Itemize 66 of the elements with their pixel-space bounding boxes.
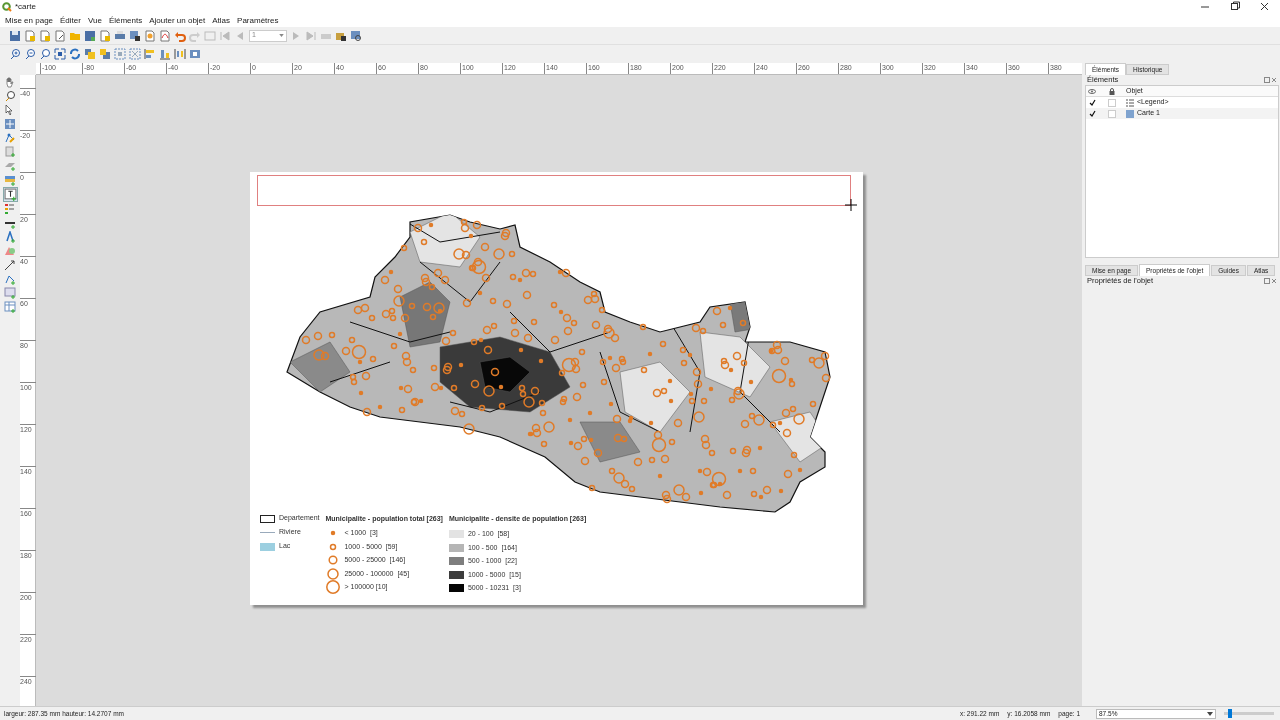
add-page-icon[interactable] (4, 146, 16, 158)
save-icon[interactable] (9, 29, 21, 42)
lock-checkbox[interactable] (1108, 109, 1116, 118)
refresh-icon[interactable] (69, 48, 81, 60)
eye-icon (1088, 88, 1096, 94)
export-image-icon[interactable] (129, 29, 141, 42)
align-bottom-icon[interactable] (159, 48, 171, 60)
visibility-checkbox[interactable] (1088, 99, 1096, 106)
app-logo-icon (2, 2, 12, 12)
zoom-tool-icon[interactable] (4, 90, 16, 102)
print-icon[interactable] (114, 29, 126, 42)
legend-icon (1126, 98, 1134, 107)
lower-icon[interactable] (99, 48, 111, 60)
legend-circle-icon (326, 580, 341, 595)
export-pdf-icon[interactable] (159, 29, 171, 42)
lock-checkbox[interactable] (1108, 98, 1116, 107)
new-page-icon[interactable] (99, 29, 111, 42)
save-template-icon[interactable] (84, 29, 96, 42)
lock-icon (1109, 87, 1115, 95)
first-icon[interactable] (219, 29, 231, 42)
window-title: *carte (15, 1, 36, 13)
legend-swatch (260, 514, 275, 523)
align-left-icon[interactable] (144, 48, 156, 60)
add-legend-icon[interactable] (4, 203, 16, 215)
menu-item[interactable]: Ajouter un objet (149, 14, 206, 27)
layout-manager-icon[interactable] (54, 29, 66, 42)
map-icon (1126, 109, 1134, 118)
last-icon[interactable] (305, 29, 317, 42)
legend-circle-icon (326, 566, 341, 581)
distribute-icon[interactable] (174, 48, 186, 60)
add-label-icon[interactable] (3, 188, 17, 201)
add-north-arrow-icon[interactable] (4, 231, 16, 243)
crosshair-cursor-icon (845, 199, 857, 211)
add-table-icon[interactable] (4, 301, 16, 313)
caret-icon (279, 34, 284, 37)
hand-icon[interactable] (4, 76, 16, 88)
raise-icon[interactable] (84, 48, 96, 60)
float-icon[interactable] (1264, 278, 1270, 284)
visibility-checkbox[interactable] (1088, 110, 1096, 117)
add-node-item-icon[interactable] (4, 273, 16, 285)
edit-nodes-icon[interactable] (4, 132, 16, 144)
resize-icon[interactable] (189, 48, 201, 60)
menu-item[interactable]: Paramètres (237, 14, 279, 27)
label-frame[interactable] (257, 175, 851, 206)
new-layout-icon[interactable] (24, 29, 36, 42)
float-icon[interactable] (1264, 77, 1270, 83)
atlas-settings-icon[interactable] (350, 29, 362, 42)
zoom-slider[interactable] (1224, 712, 1274, 715)
add-arrow-icon[interactable] (4, 259, 16, 271)
menu-item[interactable]: Atlas (212, 14, 231, 27)
group-icon[interactable] (114, 48, 126, 60)
move-content-icon[interactable] (4, 118, 16, 130)
slider-thumb[interactable] (1227, 709, 1232, 718)
add-html-icon[interactable] (4, 287, 16, 299)
zoom-full-icon[interactable] (54, 48, 66, 60)
menu-item[interactable]: Éditer (60, 14, 81, 27)
ungroup-icon[interactable] (129, 48, 141, 60)
zoom-in-icon[interactable] (9, 48, 21, 60)
menu-item[interactable]: Vue (87, 14, 102, 27)
legend-line (260, 532, 275, 533)
zoom-out-icon[interactable] (24, 48, 36, 60)
caret-icon (1207, 711, 1213, 716)
zoom-actual-icon[interactable] (39, 48, 51, 60)
add-3d-map-icon[interactable] (4, 160, 16, 172)
menu-item[interactable]: Éléments (108, 14, 143, 27)
menu-item[interactable]: Mise en page (5, 14, 54, 27)
